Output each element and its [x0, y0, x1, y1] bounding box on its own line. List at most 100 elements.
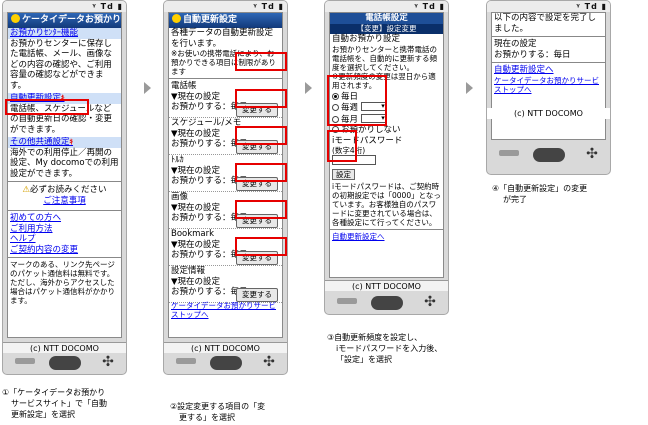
phone-display: 自動更新設定 各種データの自動更新設定を行います。 ※お使いの携帯電話により、お… [168, 12, 283, 338]
radio-checked-icon[interactable] [332, 92, 339, 100]
item-name: 電話帳 [171, 81, 197, 91]
radio-icon[interactable] [332, 115, 339, 123]
item-current-label: ▼現在の設定 [171, 128, 221, 139]
dpad-icon[interactable]: ✣ [261, 354, 277, 370]
status-bar: ᵞ Td ▮ [164, 1, 287, 12]
dpad-icon[interactable]: ✣ [100, 354, 116, 370]
dpad-icon[interactable]: ✣ [422, 294, 438, 310]
phone-display: 電話帳設定 【変更】設定変更 自動お預かり設定 お預かりセンターと携帯電話の電話… [329, 12, 444, 278]
change-button[interactable]: 変更する [236, 177, 278, 191]
item-current-label: ▼現在の設定 [171, 239, 221, 250]
packet-note: マークのある、リンク先ページのパケット通信料は無料です。ただし、海外からアクセス… [10, 260, 115, 305]
phone-keys: ✣ [164, 352, 287, 374]
change-button[interactable]: 変更する [236, 251, 278, 265]
item-name: Bookmark [171, 229, 215, 239]
link-contract-change[interactable]: ご契約内容の変更 [8, 245, 121, 256]
password-note: iモードパスワードは、ご契約時の初期設定では「0000」となっています。お客様独… [332, 182, 441, 227]
password-label: iモードパスワード [332, 135, 403, 146]
caption-step-1: ①「ケータイデータお預かり サービスサイト」で「自動 更新設定」を選択 [2, 388, 107, 419]
complete-message: 以下の内容で設定を完了しました。 [494, 13, 597, 34]
change-button[interactable]: 変更する [236, 140, 278, 154]
setting-items: 電話帳 ▼現在の設定 お預かりする：毎日 変更する スケジュール/メモ ▼現在の設定 お預か… [169, 81, 282, 303]
dpad-icon[interactable]: ✣ [584, 146, 600, 162]
link-first-time[interactable]: 初めての方へ [8, 213, 121, 224]
left-softkey[interactable] [499, 150, 519, 156]
status-bar: ᵞ Td ▮ [325, 1, 448, 12]
section-link-auto-update[interactable]: 自動更新設定ｷ [8, 93, 121, 104]
setting-description: お預かりセンターと携帯電話の電話帳を、自動的に更新する頻度を選択してください。 [332, 44, 437, 72]
change-button[interactable]: 変更する [236, 103, 278, 117]
password-input[interactable] [332, 155, 376, 165]
setting-item: ﾄﾙｶ ▼現在の設定 お預かりする：毎日 変更する [169, 155, 282, 192]
intro-note: ※お使いの携帯電話により、お預かりできる項目に制限があります [171, 49, 276, 76]
current-setting-label: 現在の設定 [494, 39, 537, 49]
section-text: 海外での利用停止／再開の設定、My docomoでの利用設定ができます。 [10, 147, 119, 179]
arrow-icon [305, 82, 312, 94]
service-logo-icon [11, 14, 20, 23]
option-daily[interactable]: 毎日 [332, 92, 441, 103]
phone-screen-1: ᵞ Td ▮ ケータイデータお預かり お預かりｾﾝﾀｰ機能 お預かりセンターに保… [2, 0, 127, 375]
section-link-center[interactable]: お預かりｾﾝﾀｰ機能 [8, 28, 121, 39]
auto-update-link[interactable]: 自動更新設定へ [492, 65, 605, 76]
page-title: ケータイデータお預かり [8, 13, 121, 28]
section-text: 電話帳、スケジュールなどの自動更新日の確認・変更ができます。 [10, 103, 113, 135]
radio-icon[interactable] [332, 126, 339, 133]
phone-keys: ✣ [3, 352, 126, 374]
warning-icon: ⚠ [22, 185, 31, 195]
item-current-label: ▼現在の設定 [171, 202, 221, 213]
back-to-top-link[interactable]: ケータイデータお預かりサービストップへ [492, 76, 605, 94]
option-monthly[interactable]: 毎月 [332, 113, 441, 126]
notice-link[interactable]: ご注意事項 [8, 196, 121, 207]
setting-item: 電話帳 ▼現在の設定 お預かりする：毎日 変更する [169, 81, 282, 118]
signal-icons: ᵞ Td ▮ [253, 2, 284, 11]
back-to-top-link[interactable]: ケータイデータお預かりサービストップへ [169, 301, 282, 319]
notice-heading: ⚠必ずお読みください [22, 185, 107, 195]
item-name: ﾄﾙｶ [171, 155, 184, 165]
radio-icon[interactable] [332, 104, 339, 111]
setting-item: 画像 ▼現在の設定 お預かりする：毎日 変更する [169, 192, 282, 229]
day-select[interactable] [360, 113, 387, 123]
center-key[interactable] [209, 356, 242, 370]
page-title: 電話帳設定 [330, 13, 443, 24]
change-button[interactable]: 変更する [236, 288, 278, 302]
phone-screen-2: ᵞ Td ▮ 自動更新設定 各種データの自動更新設定を行います。 ※お使いの携帯… [163, 0, 288, 375]
caption-step-2: ②設定変更する項目の「変 更する」を選択 [170, 402, 266, 422]
left-softkey[interactable] [15, 358, 35, 364]
change-button[interactable]: 変更する [236, 214, 278, 228]
option-none[interactable]: お預かりしない [332, 125, 441, 136]
left-softkey[interactable] [337, 298, 357, 304]
frequency-options: 毎日 毎週 毎月 お預かりしない [330, 92, 443, 136]
item-current-label: ▼現在の設定 [171, 91, 221, 102]
arrow-icon [144, 82, 151, 94]
free-mark-icon: ｷ [69, 138, 74, 146]
password-hint: (数字4桁) [332, 146, 366, 155]
setting-item: 設定情報 ▼現在の設定 お預かりする：毎日 変更する [169, 266, 282, 303]
page-title: 自動更新設定 [169, 13, 282, 28]
copyright: (c) NTT DOCOMO [487, 108, 610, 119]
current-setting-value: お預かりする：毎日 [494, 49, 571, 60]
center-key[interactable] [532, 148, 565, 162]
phone-screen-4: ᵞ Td ▮ 以下の内容で設定を完了しました。 現在の設定 お預かりする：毎日 … [486, 0, 611, 175]
signal-icons: ᵞ Td ▮ [576, 2, 607, 11]
service-logo-icon [172, 14, 181, 23]
page-subtitle: 【変更】設定変更 [330, 23, 443, 34]
phone-display: ケータイデータお預かり お預かりｾﾝﾀｰ機能 お預かりセンターに保存した電話帳、… [7, 12, 122, 338]
status-bar: ᵞ Td ▮ [3, 1, 126, 12]
left-softkey[interactable] [176, 358, 196, 364]
item-name: スケジュール/メモ [171, 118, 242, 128]
center-key[interactable] [370, 296, 403, 310]
arrow-icon [466, 82, 473, 94]
free-mark-icon: ｷ [61, 94, 65, 102]
back-link[interactable]: 自動更新設定へ [330, 232, 443, 241]
phone-keys: ✣ [325, 292, 448, 314]
link-how-to-use[interactable]: ご利用方法 [8, 224, 121, 235]
section-link-common[interactable]: その他共通設定ｷ [8, 137, 121, 148]
submit-button[interactable]: 設定 [332, 168, 355, 180]
center-key[interactable] [48, 356, 81, 370]
weekday-select[interactable] [360, 101, 387, 112]
intro-text: 各種データの自動更新設定を行います。 [171, 28, 274, 49]
option-weekly[interactable]: 毎週 [332, 101, 441, 114]
setting-note: ※更新頻度の変更は翌日から適用されます。 [332, 71, 436, 90]
setting-item: スケジュール/メモ ▼現在の設定 お預かりする：毎日 変更する [169, 118, 282, 155]
link-help[interactable]: ヘルプ [8, 234, 121, 245]
